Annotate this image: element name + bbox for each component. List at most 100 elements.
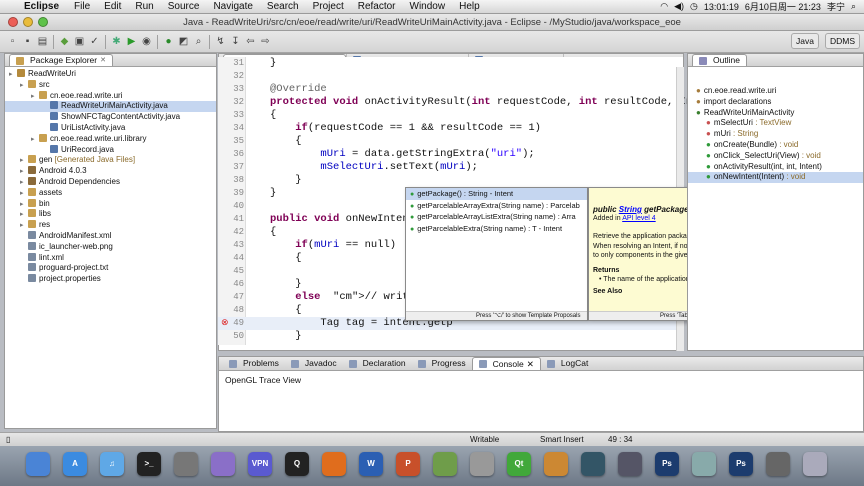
close-icon[interactable]: ✕: [527, 358, 534, 371]
code-line[interactable]: 35 {: [218, 135, 683, 148]
misc7-icon[interactable]: [766, 452, 790, 476]
menu-help[interactable]: Help: [452, 1, 487, 12]
powerpoint-icon[interactable]: P: [396, 452, 420, 476]
code-line[interactable]: 32: [218, 70, 683, 83]
code-line[interactable]: 33 {: [218, 109, 683, 122]
tree-item[interactable]: ReadWriteUriMainActivity.java: [5, 101, 216, 113]
prev-annotation-icon[interactable]: ↯: [214, 35, 227, 48]
code-line[interactable]: 33 @Override: [218, 83, 683, 96]
code-line[interactable]: 38 }: [218, 174, 683, 187]
outline-item[interactable]: ● ReadWriteUriMainActivity: [688, 108, 863, 119]
tree-item[interactable]: ▸ src: [5, 79, 216, 91]
menu-search[interactable]: Search: [260, 1, 306, 12]
print-icon[interactable]: ▤: [36, 35, 49, 48]
tree-item[interactable]: ShowNFCTagContentActivity.java: [5, 112, 216, 123]
tree-item[interactable]: project.properties: [5, 274, 216, 285]
code-line[interactable]: 31}: [218, 57, 683, 70]
error-marker-icon[interactable]: ⊗: [221, 317, 229, 328]
appstore-icon[interactable]: A: [63, 452, 87, 476]
tree-item[interactable]: ▸ cn.eoe.read.write.uri.library: [5, 133, 216, 145]
code-line[interactable]: 37 mSelectUri.setText(mUri);: [218, 161, 683, 174]
outline-item[interactable]: ● onNewIntent(Intent) : void: [688, 172, 863, 184]
proposal-item[interactable]: ● getParcelableExtra(String name) : T - I…: [406, 223, 587, 235]
menu-project[interactable]: Project: [306, 1, 351, 12]
code-line[interactable]: 36 mUri = data.getStringExtra("uri");: [218, 148, 683, 161]
menu-app[interactable]: Eclipse: [22, 1, 67, 12]
misc2-icon[interactable]: [470, 452, 494, 476]
status-icon[interactable]: ▯: [6, 433, 10, 446]
close-icon[interactable]: ✕: [100, 54, 106, 66]
proposal-item[interactable]: ● getParcelableArrayExtra(String name) : …: [406, 200, 587, 212]
back-icon[interactable]: ⇦: [244, 35, 257, 48]
photoshop-icon[interactable]: Ps: [655, 452, 679, 476]
tree-item[interactable]: proguard-project.txt: [5, 263, 216, 274]
bottom-tab-logcat[interactable]: LogCat: [541, 357, 594, 370]
external-tools-icon[interactable]: ◉: [140, 35, 153, 48]
lint-icon[interactable]: ✓: [88, 35, 101, 48]
tree-item[interactable]: ▸ Android Dependencies: [5, 176, 216, 188]
code-line[interactable]: 50 }: [218, 330, 683, 343]
trash-icon[interactable]: [803, 452, 827, 476]
tree-item[interactable]: ▸ Android 4.0.3: [5, 166, 216, 177]
photoshop2-icon[interactable]: Ps: [729, 452, 753, 476]
tree-item[interactable]: ▸ ReadWriteUri: [5, 69, 216, 80]
spotlight-icon[interactable]: ⌕: [851, 1, 856, 12]
wifi-icon[interactable]: ◠: [660, 1, 668, 12]
tree-item[interactable]: ▸ gen [Generated Java Files]: [5, 155, 216, 166]
outline-item[interactable]: ● mUri : String: [688, 129, 863, 140]
word-icon[interactable]: W: [359, 452, 383, 476]
open-type-icon[interactable]: ⌕: [192, 35, 205, 48]
qq-icon[interactable]: Q: [285, 452, 309, 476]
outline-item[interactable]: ● mSelectUri : TextView: [688, 118, 863, 129]
minimize-window-button[interactable]: [23, 17, 33, 27]
tree-item[interactable]: ▸ assets: [5, 187, 216, 199]
tree-item[interactable]: ic_launcher-web.png: [5, 241, 216, 253]
bottom-tab-declaration[interactable]: Declaration: [343, 357, 412, 370]
user-name[interactable]: 李宁: [827, 0, 845, 13]
outline-item[interactable]: ● onClick_SelectUri(View) : void: [688, 151, 863, 162]
firefox-icon[interactable]: [322, 452, 346, 476]
perspective-java[interactable]: Java: [791, 33, 819, 49]
avd-icon[interactable]: ▣: [73, 35, 86, 48]
menu-file[interactable]: File: [67, 1, 97, 12]
menu-refactor[interactable]: Refactor: [351, 1, 403, 12]
run-icon[interactable]: ▶: [125, 35, 138, 48]
menu-navigate[interactable]: Navigate: [206, 1, 259, 12]
menu-edit[interactable]: Edit: [97, 1, 128, 12]
terminal-icon[interactable]: >_: [137, 452, 161, 476]
menu-window[interactable]: Window: [403, 1, 453, 12]
proposal-item[interactable]: ● getPackage() : String - Intent: [406, 188, 587, 200]
misc1-icon[interactable]: [433, 452, 457, 476]
new-class-icon[interactable]: ●: [162, 35, 175, 48]
tree-item[interactable]: UriListActivity.java: [5, 122, 216, 134]
tree-item[interactable]: lint.xml: [5, 252, 216, 264]
bottom-tab-console[interactable]: Console ✕: [471, 357, 541, 371]
bottom-tab-progress[interactable]: Progress: [412, 357, 472, 370]
misc3-icon[interactable]: [544, 452, 568, 476]
javadoc-type-link[interactable]: String: [619, 205, 642, 214]
debug-icon[interactable]: ✱: [110, 35, 123, 48]
zoom-window-button[interactable]: [38, 17, 48, 27]
code-line[interactable]: 34 if(requestCode == 1 && resultCode == …: [218, 122, 683, 135]
tree-item[interactable]: ▸ cn.eoe.read.write.uri: [5, 90, 216, 102]
android-sdk-icon[interactable]: ◆: [58, 35, 71, 48]
outline-item[interactable]: ● import declarations: [688, 97, 863, 108]
menu-run[interactable]: Run: [128, 1, 160, 12]
perspective-ddms[interactable]: DDMS: [824, 33, 860, 49]
volume-icon[interactable]: ◀): [674, 1, 684, 12]
finder-icon[interactable]: [26, 452, 50, 476]
tree-item[interactable]: UriRecord.java: [5, 144, 216, 156]
package-explorer-tab[interactable]: Package Explorer ✕: [9, 54, 113, 66]
tree-item[interactable]: AndroidManifest.xml: [5, 230, 216, 242]
outline-item[interactable]: ● onCreate(Bundle) : void: [688, 140, 863, 151]
new-icon[interactable]: ▫: [6, 35, 19, 48]
save-icon[interactable]: ▪: [21, 35, 34, 48]
itunes-icon[interactable]: ♫: [100, 452, 124, 476]
api-level-link[interactable]: API level 4: [622, 215, 655, 222]
close-window-button[interactable]: [8, 17, 18, 27]
misc5-icon[interactable]: [618, 452, 642, 476]
proposal-item[interactable]: ● getParcelableArrayListExtra(String name…: [406, 211, 587, 223]
forward-icon[interactable]: ⇨: [259, 35, 272, 48]
spotlight-icon[interactable]: [211, 452, 235, 476]
outline-item[interactable]: ● onActivityResult(int, int, Intent): [688, 162, 863, 173]
